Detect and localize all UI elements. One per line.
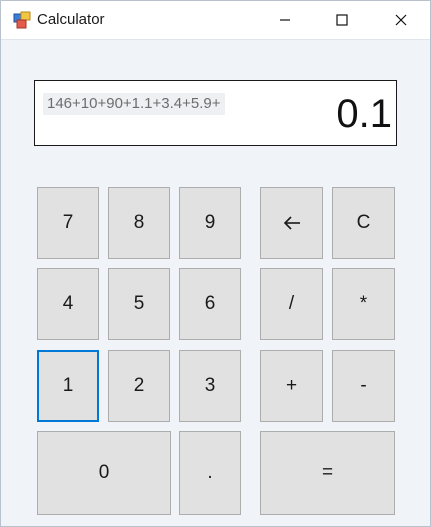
window-title: Calculator: [37, 11, 105, 28]
plus-button[interactable]: +: [260, 350, 323, 422]
clear-button[interactable]: C: [332, 187, 395, 259]
maximize-icon: [336, 14, 348, 26]
equals-button[interactable]: =: [260, 431, 395, 515]
expression-text: 146+10+90+1.1+3.4+5.9+: [43, 93, 225, 115]
digit-6-button[interactable]: 6: [179, 268, 241, 340]
digit-8-button[interactable]: 8: [108, 187, 170, 259]
digit-5-button[interactable]: 5: [108, 268, 170, 340]
minus-button[interactable]: -: [332, 350, 395, 422]
digit-1-button[interactable]: 1: [37, 350, 99, 422]
divide-button[interactable]: /: [260, 268, 323, 340]
title-bar[interactable]: Calculator: [1, 1, 430, 40]
digit-4-button[interactable]: 4: [37, 268, 99, 340]
close-icon: [395, 14, 407, 26]
calculator-app-icon: [13, 11, 31, 29]
result-value: 0.1: [336, 92, 392, 136]
backspace-button[interactable]: [260, 187, 323, 259]
digit-7-button[interactable]: 7: [37, 187, 99, 259]
display-panel: 146+10+90+1.1+3.4+5.9+ 0.1: [34, 80, 397, 146]
calculator-body: 146+10+90+1.1+3.4+5.9+ 0.1 7 8 9 C 4 5 6…: [1, 40, 430, 526]
digit-2-button[interactable]: 2: [108, 350, 170, 422]
digit-9-button[interactable]: 9: [179, 187, 241, 259]
backspace-arrow-icon: [283, 216, 300, 230]
digit-3-button[interactable]: 3: [179, 350, 241, 422]
calculator-window: Calculator 146+10+90+1.1+3.4+5.9+ 0.1 7 …: [0, 0, 431, 527]
multiply-button[interactable]: *: [332, 268, 395, 340]
digit-0-button[interactable]: 0: [37, 431, 171, 515]
decimal-point-button[interactable]: .: [179, 431, 241, 515]
maximize-button[interactable]: [313, 1, 371, 39]
minimize-button[interactable]: [256, 1, 314, 39]
close-button[interactable]: [372, 1, 430, 39]
minimize-icon: [280, 19, 290, 21]
